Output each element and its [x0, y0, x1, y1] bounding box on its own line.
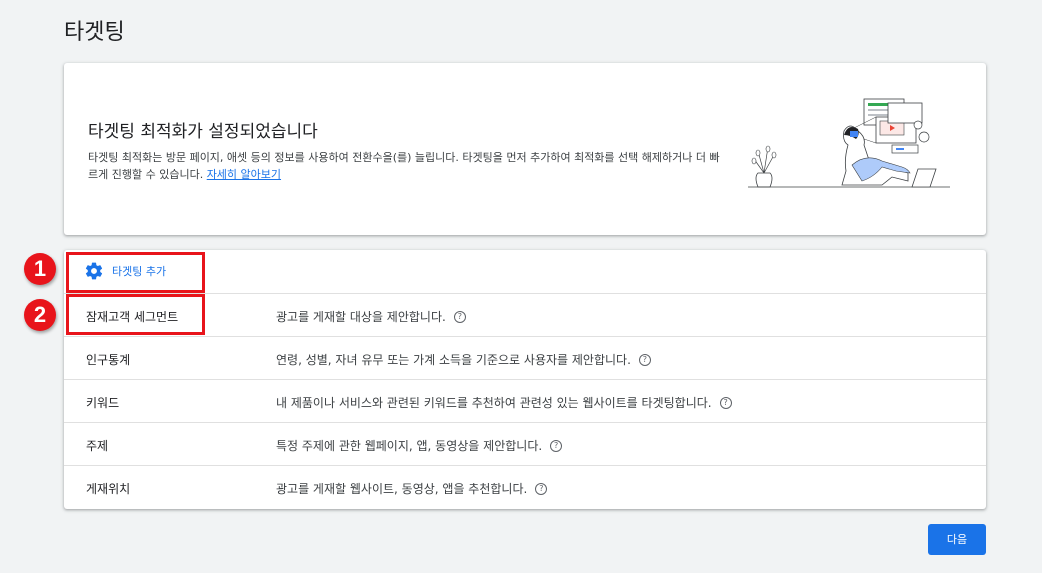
- page-title: 타겟팅: [64, 20, 125, 45]
- annotation-badge-2: 2: [24, 299, 56, 331]
- laptop-icon: [911, 168, 937, 188]
- help-icon[interactable]: ?: [453, 310, 466, 323]
- info-title: 타겟팅 최적화가 설정되었습니다: [88, 122, 318, 142]
- row-description-text: 내 제품이나 서비스와 관련된 키워드를 추천하여 관련성 있는 웹사이트를 타…: [276, 396, 712, 410]
- plant-icon: [751, 145, 777, 188]
- row-description-text: 연령, 성별, 자녀 유무 또는 가계 소득을 기준으로 사용자를 제안합니다.: [276, 353, 631, 367]
- info-description: 타겟팅 최적화는 방문 페이지, 애셋 등의 정보를 사용하여 전환수을(를) …: [88, 149, 728, 183]
- next-button[interactable]: 다음: [928, 524, 986, 555]
- help-icon[interactable]: ?: [550, 439, 563, 452]
- row-description-text: 광고를 게재할 대상을 제안합니다.: [276, 310, 446, 324]
- targeting-row-placements[interactable]: 게재위치 광고를 게재할 웹사이트, 동영상, 앱을 추천합니다. ?: [64, 466, 986, 508]
- targeting-row-keywords[interactable]: 키워드 내 제품이나 서비스와 관련된 키워드를 추천하여 관련성 있는 웹사이…: [64, 380, 986, 423]
- row-description-text: 광고를 게재할 웹사이트, 동영상, 앱을 추천합니다.: [276, 482, 528, 496]
- help-icon[interactable]: ?: [638, 353, 651, 366]
- help-icon[interactable]: ?: [719, 396, 732, 409]
- help-icon[interactable]: ?: [535, 482, 548, 495]
- row-name: 인구통계: [86, 353, 131, 367]
- learn-more-link[interactable]: 자세히 알아보기: [207, 168, 281, 181]
- row-description: 내 제품이나 서비스와 관련된 키워드를 추천하여 관련성 있는 웹사이트를 타…: [276, 394, 732, 411]
- info-description-text: 타겟팅 최적화는 방문 페이지, 애셋 등의 정보를 사용하여 전환수을(를) …: [88, 151, 720, 181]
- row-name: 주제: [86, 439, 109, 453]
- row-description-text: 특정 주제에 관한 웹페이지, 앱, 동영상을 제안합니다.: [276, 439, 543, 453]
- annotation-highlight-audience-segments: [66, 294, 205, 335]
- illustration-image: [748, 98, 950, 188]
- row-description: 연령, 성별, 자녀 유무 또는 가계 소득을 기준으로 사용자를 제안합니다.…: [276, 351, 651, 368]
- annotation-badge-1: 1: [24, 253, 56, 285]
- targeting-row-topics[interactable]: 주제 특정 주제에 관한 웹페이지, 앱, 동영상을 제안합니다. ?: [64, 423, 986, 466]
- row-description: 광고를 게재할 웹사이트, 동영상, 앱을 추천합니다. ?: [276, 480, 548, 497]
- row-description: 광고를 게재할 대상을 제안합니다. ?: [276, 308, 466, 325]
- row-name: 키워드: [86, 396, 120, 410]
- optimization-info-card: 타겟팅 최적화가 설정되었습니다 타겟팅 최적화는 방문 페이지, 애셋 등의 …: [64, 63, 986, 235]
- annotation-highlight-add-targeting: [66, 252, 205, 293]
- row-name: 게재위치: [86, 482, 131, 496]
- row-description: 특정 주제에 관한 웹페이지, 앱, 동영상을 제안합니다. ?: [276, 437, 563, 454]
- targeting-row-demographics[interactable]: 인구통계 연령, 성별, 자녀 유무 또는 가계 소득을 기준으로 사용자를 제…: [64, 337, 986, 380]
